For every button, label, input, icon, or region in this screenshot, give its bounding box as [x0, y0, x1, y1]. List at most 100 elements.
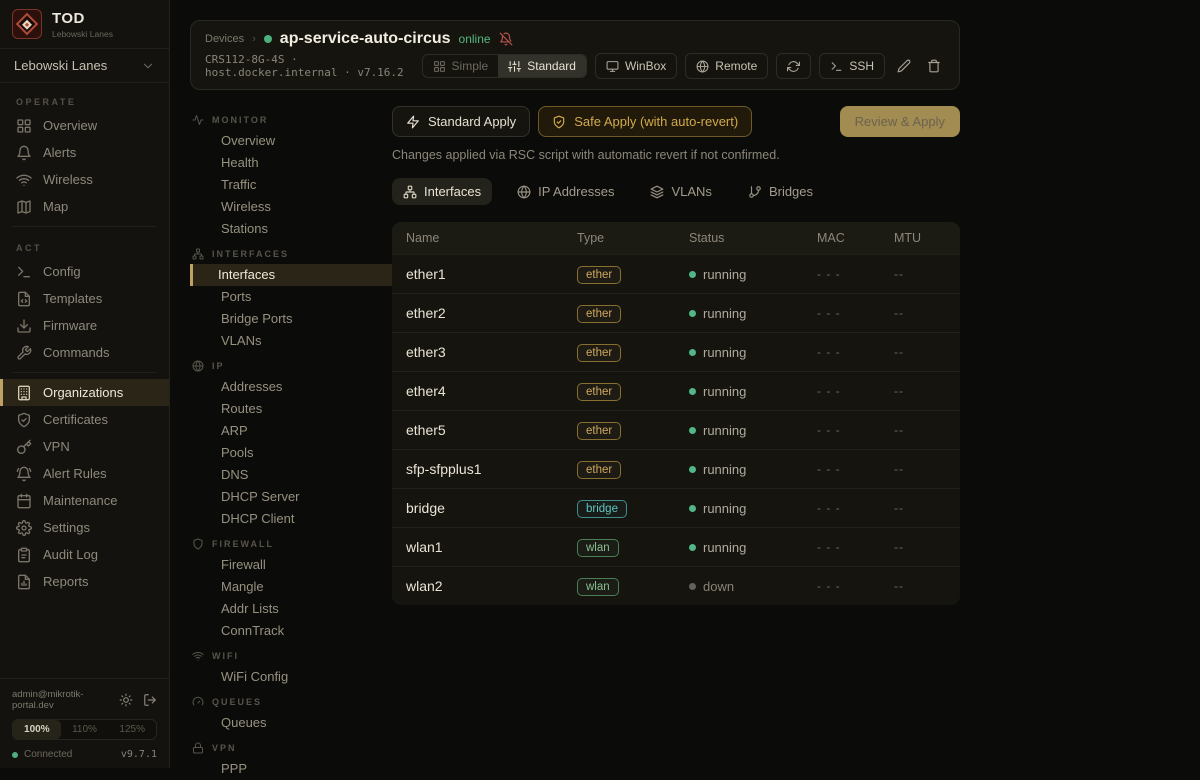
edit-device-button[interactable]	[893, 53, 915, 79]
sidebar-item-map[interactable]: Map	[0, 193, 169, 220]
zoom-option-110[interactable]: 110%	[61, 720, 109, 739]
mode-standard-button[interactable]: Standard	[498, 55, 586, 77]
cell-mtu: --	[894, 306, 946, 320]
sidebar-item-wireless[interactable]: Wireless	[0, 166, 169, 193]
subnav-item-dhcp-server[interactable]: DHCP Server	[190, 486, 392, 508]
subnav-item-firewall[interactable]: Firewall	[190, 554, 392, 576]
cell-name: ether2	[406, 305, 577, 321]
subnav-item-routes[interactable]: Routes	[190, 398, 392, 420]
status-text: running	[703, 267, 746, 282]
apply-toolbar: Standard Apply Safe Apply (with auto-rev…	[392, 106, 960, 137]
status-dot	[689, 388, 696, 395]
device-name: ap-service-auto-circus	[280, 30, 451, 48]
sidebar-item-overview[interactable]: Overview	[0, 112, 169, 139]
subnav-item-queues[interactable]: Queues	[190, 712, 392, 734]
type-badge: ether	[577, 422, 621, 440]
sidebar-item-label: Reports	[43, 574, 89, 589]
table-row-sfp-sfpplus1[interactable]: sfp-sfpplus1etherrunning- - ---	[392, 449, 960, 488]
bell-off-icon[interactable]	[499, 32, 513, 46]
subnav-item-stations[interactable]: Stations	[190, 218, 392, 240]
sidebar-item-templates[interactable]: Templates	[0, 285, 169, 312]
tab-label: Bridges	[769, 184, 813, 199]
section-divider	[12, 372, 157, 373]
sidebar-item-alert-rules[interactable]: Alert Rules	[0, 460, 169, 487]
tab-interfaces[interactable]: Interfaces	[392, 178, 492, 205]
main-panel: Standard Apply Safe Apply (with auto-rev…	[392, 104, 960, 780]
cell-status: running	[689, 267, 817, 282]
zoom-option-100[interactable]: 100%	[13, 720, 61, 739]
breadcrumb-devices-link[interactable]: Devices	[205, 33, 244, 45]
subnav-item-traffic[interactable]: Traffic	[190, 174, 392, 196]
subnav-group-queues: QUEUES	[190, 688, 392, 712]
subnav-item-vlans[interactable]: VLANs	[190, 330, 392, 352]
tab-vlans[interactable]: VLANs	[639, 178, 722, 205]
subnav-group-wifi: WIFI	[190, 642, 392, 666]
delete-device-button[interactable]	[923, 53, 945, 79]
table-row-bridge[interactable]: bridgebridgerunning- - ---	[392, 488, 960, 527]
table-row-wlan2[interactable]: wlan2wlandown- - ---	[392, 566, 960, 605]
subnav-item-health[interactable]: Health	[190, 152, 392, 174]
tab-bridges[interactable]: Bridges	[737, 178, 824, 205]
ssh-button[interactable]: SSH	[819, 53, 885, 79]
sidebar-item-label: Maintenance	[43, 493, 117, 508]
safe-apply-button[interactable]: Safe Apply (with auto-revert)	[538, 106, 752, 137]
sidebar-item-audit-log[interactable]: Audit Log	[0, 541, 169, 568]
cell-status: running	[689, 540, 817, 555]
logout-icon[interactable]	[143, 693, 157, 707]
table-row-ether1[interactable]: ether1etherrunning- - ---	[392, 254, 960, 293]
subnav-item-wireless[interactable]: Wireless	[190, 196, 392, 218]
subnav-item-ppp[interactable]: PPP	[190, 758, 392, 780]
theme-toggle-icon[interactable]	[119, 693, 133, 707]
subnav-item-conntrack[interactable]: ConnTrack	[190, 620, 392, 642]
subnav-item-wifi-config[interactable]: WiFi Config	[190, 666, 392, 688]
subnav-group-interfaces: INTERFACES	[190, 240, 392, 264]
subnav-item-dns[interactable]: DNS	[190, 464, 392, 486]
status-dot	[689, 466, 696, 473]
sidebar-item-config[interactable]: Config	[0, 258, 169, 285]
zoom-option-125[interactable]: 125%	[108, 720, 156, 739]
sidebar-item-organizations[interactable]: Organizations	[0, 379, 169, 406]
table-row-wlan1[interactable]: wlan1wlanrunning- - ---	[392, 527, 960, 566]
bell-icon	[16, 145, 32, 161]
subnav-item-arp[interactable]: ARP	[190, 420, 392, 442]
mode-standard-label: Standard	[527, 59, 576, 73]
sidebar-item-settings[interactable]: Settings	[0, 514, 169, 541]
table-row-ether3[interactable]: ether3etherrunning- - ---	[392, 332, 960, 371]
table-row-ether4[interactable]: ether4etherrunning- - ---	[392, 371, 960, 410]
standard-apply-button[interactable]: Standard Apply	[392, 106, 530, 137]
cell-type: wlan	[577, 538, 689, 557]
review-apply-button[interactable]: Review & Apply	[840, 106, 960, 137]
tab-ip-addresses[interactable]: IP Addresses	[506, 178, 625, 205]
subnav-item-mangle[interactable]: Mangle	[190, 576, 392, 598]
table-row-ether2[interactable]: ether2etherrunning- - ---	[392, 293, 960, 332]
map-icon	[16, 199, 32, 215]
subnav-item-ports[interactable]: Ports	[190, 286, 392, 308]
winbox-button[interactable]: WinBox	[595, 53, 677, 79]
mode-simple-button[interactable]: Simple	[423, 55, 499, 77]
sidebar-item-firmware[interactable]: Firmware	[0, 312, 169, 339]
sidebar-item-vpn[interactable]: VPN	[0, 433, 169, 460]
sidebar-item-commands[interactable]: Commands	[0, 339, 169, 366]
subnav-item-overview[interactable]: Overview	[190, 130, 392, 152]
sidebar-item-maintenance[interactable]: Maintenance	[0, 487, 169, 514]
subnav-item-addr-lists[interactable]: Addr Lists	[190, 598, 392, 620]
section-divider	[12, 226, 157, 227]
app-subtitle: Lebowski Lanes	[52, 29, 113, 39]
table-row-ether5[interactable]: ether5etherrunning- - ---	[392, 410, 960, 449]
subnav-item-dhcp-client[interactable]: DHCP Client	[190, 508, 392, 530]
sidebar-section-label: OPERATE	[0, 87, 169, 112]
subnav-item-bridge-ports[interactable]: Bridge Ports	[190, 308, 392, 330]
remote-button[interactable]: Remote	[685, 53, 768, 79]
subnav-item-addresses[interactable]: Addresses	[190, 376, 392, 398]
sidebar-item-alerts[interactable]: Alerts	[0, 139, 169, 166]
cell-name: wlan1	[406, 539, 577, 555]
subnav-item-interfaces[interactable]: Interfaces	[190, 264, 392, 286]
lock-icon	[192, 742, 204, 754]
sidebar-item-certificates[interactable]: Certificates	[0, 406, 169, 433]
refresh-button[interactable]	[776, 53, 811, 79]
sidebar-item-label: Map	[43, 199, 68, 214]
sidebar-item-reports[interactable]: Reports	[0, 568, 169, 595]
org-selector[interactable]: Lebowski Lanes	[0, 49, 169, 82]
content-area: Devices › ap-service-auto-circus online …	[190, 0, 960, 780]
subnav-item-pools[interactable]: Pools	[190, 442, 392, 464]
